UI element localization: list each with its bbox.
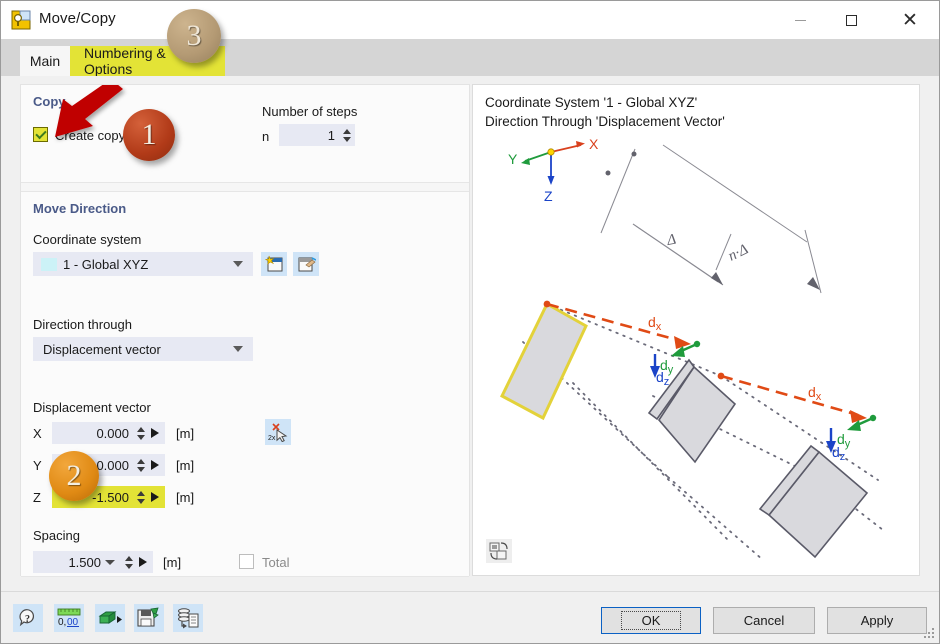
- svg-text:?: ?: [25, 614, 30, 625]
- move-copy-icon: [11, 10, 31, 30]
- annotation-badge-2: 2: [49, 451, 99, 501]
- preview-settings-icon[interactable]: [486, 539, 512, 563]
- apply-button-label: Apply: [860, 613, 894, 628]
- annotation-3-text: 3: [186, 19, 202, 52]
- spacing-value: 1.500: [68, 554, 101, 570]
- preview-title: Coordinate System '1 - Global XYZ' Direct…: [485, 94, 725, 131]
- pick-two-points-icon[interactable]: 2x: [265, 419, 291, 445]
- spacing-input[interactable]: 1.500: [33, 551, 153, 573]
- total-label: Total: [262, 555, 290, 570]
- cancel-button-label: Cancel: [743, 613, 785, 628]
- surface-copy-1: [657, 365, 737, 464]
- chevron-down-icon: [233, 346, 243, 352]
- maximize-button[interactable]: [828, 1, 874, 39]
- number-of-steps-value: 1: [327, 127, 335, 143]
- move-direction-group: Move Direction Coordinate system 1 - Glo…: [21, 191, 469, 577]
- annotation-badge-3: 3: [167, 9, 221, 63]
- settings-panel: Copy Create copy Number of steps n 1 Mov…: [20, 84, 470, 577]
- dx-vector-2: dx: [717, 372, 877, 423]
- surface-copy-2: [767, 450, 869, 559]
- displacement-y-unit: [m]: [176, 458, 195, 473]
- spacing-expand-icon[interactable]: [139, 557, 147, 567]
- import-parameters-icon[interactable]: [95, 604, 125, 632]
- coordinate-system-label: Coordinate system: [33, 232, 142, 247]
- cancel-button[interactable]: Cancel: [713, 607, 815, 634]
- tab-main[interactable]: Main: [20, 46, 70, 76]
- ok-button[interactable]: OK: [601, 607, 701, 634]
- number-of-steps-variable: n: [262, 129, 270, 144]
- total-checkbox[interactable]: [239, 554, 254, 569]
- database-report-icon[interactable]: [173, 604, 203, 632]
- new-coordinate-system-icon[interactable]: [261, 252, 287, 276]
- direction-through-value: Displacement vector: [43, 341, 161, 357]
- number-of-steps-label: Number of steps: [262, 104, 358, 119]
- coordinate-system-color-swatch: [41, 257, 57, 271]
- displacement-z-stepper[interactable]: [135, 487, 147, 507]
- svg-text:0,: 0,: [58, 617, 66, 628]
- direction-through-select[interactable]: Displacement vector: [33, 337, 253, 361]
- dx-label-1: dx: [648, 314, 662, 333]
- n-delta-label: n·Δ: [726, 241, 751, 264]
- displacement-y-stepper[interactable]: [135, 455, 147, 475]
- title-bar: Move/Copy ✕: [1, 1, 939, 39]
- create-copy-checkbox[interactable]: [33, 127, 48, 142]
- ok-button-label: OK: [620, 611, 682, 630]
- close-icon[interactable]: ✕: [887, 1, 933, 39]
- displacement-z-expand-icon[interactable]: [151, 492, 159, 502]
- chevron-down-icon[interactable]: [105, 559, 115, 565]
- annotation-2-text: 2: [66, 459, 82, 492]
- displacement-x-input[interactable]: 0.000: [52, 422, 165, 444]
- units-decimal-places-icon[interactable]: 0, 00: [54, 604, 84, 632]
- coordinate-system-select[interactable]: 1 - Global XYZ: [33, 252, 253, 276]
- help-icon[interactable]: ?: [13, 604, 43, 632]
- minimize-button[interactable]: [777, 1, 823, 39]
- spacing-unit: [m]: [163, 555, 182, 570]
- chevron-down-icon: [233, 261, 243, 267]
- move-direction-group-title: Move Direction: [33, 201, 127, 216]
- dx-label-2: dx: [808, 384, 822, 403]
- spacing-stepper[interactable]: [123, 552, 135, 572]
- preview-title-line1: Coordinate System '1 - Global XYZ': [485, 95, 698, 110]
- displacement-z-unit: [m]: [176, 490, 195, 505]
- axis-triad-icon: X Y Z: [508, 136, 599, 204]
- svg-text:Z: Z: [544, 188, 553, 204]
- dy-vector-2: dy: [837, 416, 874, 450]
- displacement-vector-label: Displacement vector: [33, 400, 151, 415]
- svg-text:X: X: [589, 136, 599, 152]
- tab-main-label: Main: [29, 53, 61, 69]
- edit-coordinate-system-icon[interactable]: [293, 252, 319, 276]
- svg-text:2x: 2x: [268, 435, 276, 442]
- apply-button[interactable]: Apply: [827, 607, 927, 634]
- displacement-x-unit: [m]: [176, 426, 195, 441]
- tab-strip: Main Numbering & Options: [1, 39, 939, 77]
- svg-text:Y: Y: [508, 151, 518, 167]
- preview-title-line2: Direction Through 'Displacement Vector': [485, 113, 725, 129]
- number-of-steps-stepper[interactable]: [341, 125, 353, 145]
- preview-diagram: X Y Z Δ n·Δ dx dy dz dx dy dz: [500, 136, 884, 561]
- resize-grip[interactable]: [924, 628, 935, 639]
- displacement-y-expand-icon[interactable]: [151, 460, 159, 470]
- displacement-y-axis-label: Y: [33, 458, 42, 473]
- window-title: Move/Copy: [39, 10, 116, 27]
- displacement-x-axis-label: X: [33, 426, 42, 441]
- displacement-x-stepper[interactable]: [135, 423, 147, 443]
- save-defaults-icon[interactable]: [134, 604, 164, 632]
- annotation-1-text: 1: [141, 118, 157, 151]
- annotation-badge-1: 1: [123, 109, 175, 161]
- displacement-z-axis-label: Z: [33, 490, 41, 505]
- coordinate-system-value: 1 - Global XYZ: [63, 256, 149, 272]
- spacing-label: Spacing: [33, 528, 80, 543]
- preview-panel: Coordinate System '1 - Global XYZ' Direct…: [472, 84, 920, 576]
- displacement-x-value: 0.000: [96, 425, 129, 441]
- direction-through-label: Direction through: [33, 317, 132, 332]
- displacement-x-expand-icon[interactable]: [151, 428, 159, 438]
- move-copy-dialog: Move/Copy ✕ Main Numbering & Options Cop…: [0, 0, 940, 644]
- number-of-steps-input[interactable]: 1: [279, 124, 355, 146]
